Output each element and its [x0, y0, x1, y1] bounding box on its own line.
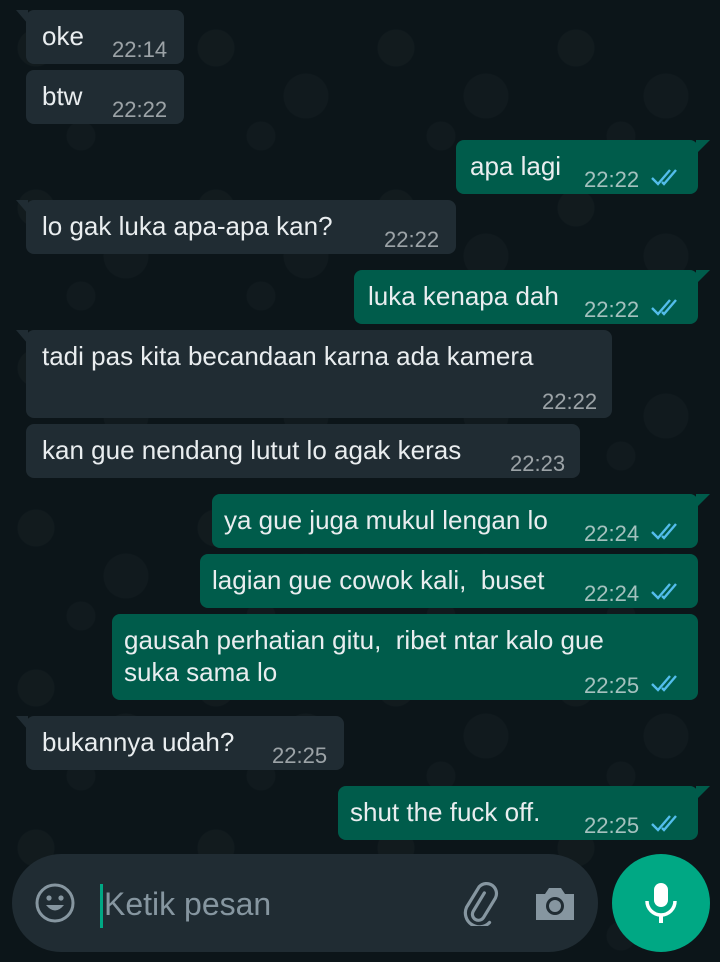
message-time: 22:22 [384, 227, 440, 252]
bubble-tail [16, 330, 28, 344]
bubble-tail [16, 10, 28, 24]
message-time: 22:22 [584, 297, 640, 322]
message-time: 22:22 [112, 97, 168, 122]
message-outgoing[interactable]: ya gue juga mukul lengan lo 22:24 [212, 494, 710, 548]
message-time: 22:22 [584, 167, 640, 192]
message-text: luka kenapa dah [368, 281, 559, 311]
bubble-tail [16, 716, 28, 730]
message-incoming[interactable]: lo gak luka apa-apa kan? 22:22 [16, 200, 456, 254]
bubble-tail [696, 494, 710, 508]
emoji-icon[interactable] [34, 882, 76, 924]
message-time: 22:22 [542, 389, 598, 414]
bubble-tail [16, 200, 28, 214]
message-time: 22:25 [272, 743, 328, 768]
message-incoming[interactable]: bukannya udah? 22:25 [16, 716, 344, 770]
message-outgoing[interactable]: shut the fuck off. 22:25 [338, 786, 710, 840]
message-time: 22:14 [112, 37, 168, 62]
message-time: 22:24 [584, 581, 640, 606]
message-text: bukannya udah? [42, 727, 235, 757]
double-check-icon [651, 675, 677, 692]
message-time: 22:23 [510, 451, 566, 476]
message-incoming[interactable]: kan gue nendang lutut lo agak keras 22:2… [26, 424, 580, 478]
message-text: shut the fuck off. [350, 797, 541, 827]
message-input[interactable]: Ketik pesan [104, 884, 271, 924]
text-cursor [100, 884, 103, 928]
message-text: ya gue juga mukul lengan lo [224, 505, 548, 535]
double-check-icon [651, 523, 677, 540]
double-check-icon [651, 815, 677, 832]
microphone-icon [645, 883, 677, 923]
double-check-icon [651, 583, 677, 600]
message-time: 22:24 [584, 521, 640, 546]
message-outgoing[interactable]: luka kenapa dah 22:22 [354, 270, 710, 324]
message-text: kan gue nendang lutut lo agak keras [42, 435, 462, 465]
message-text: apa lagi [470, 151, 562, 181]
message-outgoing[interactable]: lagian gue cowok kali, buset 22:24 [200, 554, 698, 608]
message-composer[interactable]: Ketik pesan [12, 854, 598, 952]
camera-icon[interactable] [532, 882, 578, 924]
message-time: 22:25 [584, 813, 640, 838]
message-list[interactable]: oke 22:14 btw 22:22 apa lagi 22:22 lo ga… [0, 0, 720, 850]
double-check-icon [651, 169, 677, 186]
double-check-icon [651, 299, 677, 316]
message-incoming[interactable]: tadi pas kita becandaan karna ada kamera… [16, 330, 612, 418]
bubble-tail [696, 270, 710, 284]
bubble-tail [696, 140, 710, 154]
message-incoming[interactable]: oke 22:14 [16, 10, 184, 64]
message-text: btw [42, 81, 83, 111]
message-text: gausah perhatian gitu, ribet ntar kalo g… [124, 625, 604, 687]
message-time: 22:25 [584, 673, 640, 698]
message-text: oke [42, 21, 84, 51]
message-outgoing[interactable]: gausah perhatian gitu, ribet ntar kalo g… [112, 614, 698, 700]
message-text: lagian gue cowok kali, buset [212, 565, 545, 595]
voice-record-button[interactable] [612, 854, 710, 952]
paperclip-icon[interactable] [456, 880, 502, 926]
message-incoming[interactable]: btw 22:22 [26, 70, 184, 124]
message-text: tadi pas kita becandaan karna ada kamera [42, 341, 534, 371]
bubble-tail [696, 786, 710, 800]
message-text: lo gak luka apa-apa kan? [42, 211, 333, 241]
message-outgoing[interactable]: apa lagi 22:22 [456, 140, 710, 194]
